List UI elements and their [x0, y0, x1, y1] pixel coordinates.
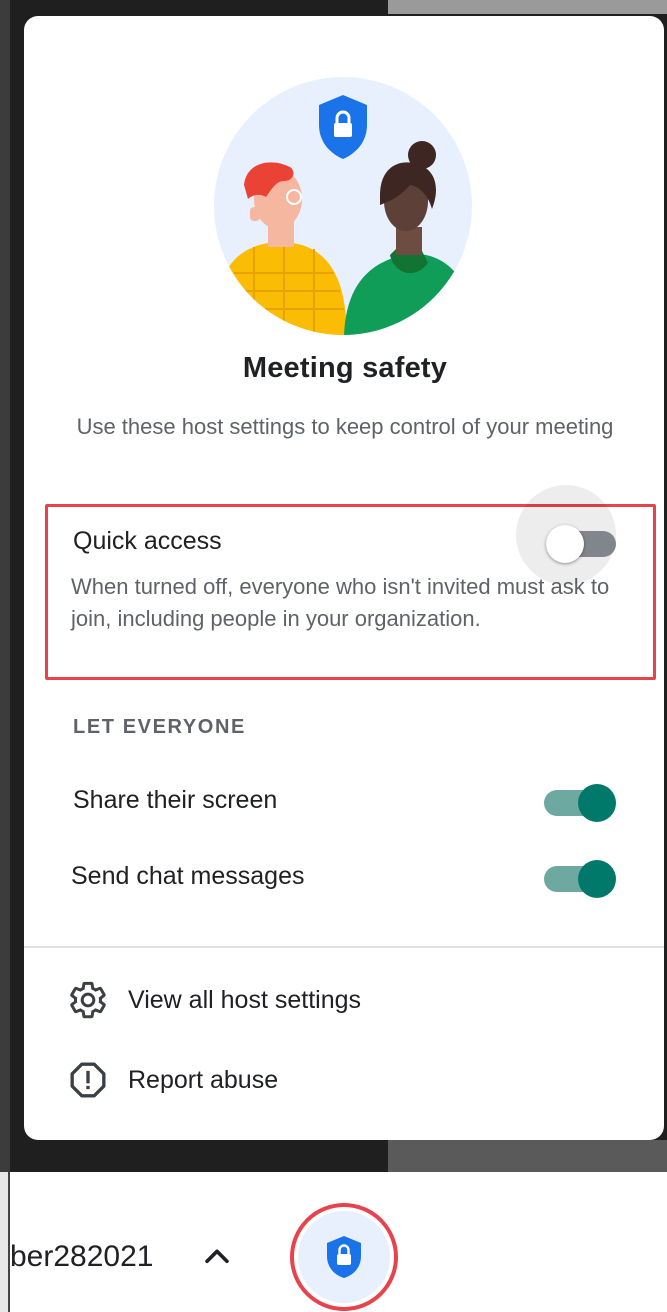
gear-icon — [66, 978, 110, 1022]
let-everyone-heading: LET EVERYONE — [73, 716, 246, 738]
panel-subtitle: Use these host settings to keep control … — [76, 414, 614, 439]
share-screen-label: Share their screen — [73, 786, 278, 814]
report-abuse-item[interactable]: Report abuse — [66, 1058, 278, 1102]
report-abuse-label: Report abuse — [128, 1065, 279, 1094]
host-controls-button[interactable] — [290, 1203, 398, 1311]
meeting-code: ber282021 — [10, 1240, 154, 1273]
panel-divider — [24, 946, 664, 948]
toggle-thumb — [578, 784, 616, 822]
left-strip — [0, 0, 10, 1172]
toggle-thumb — [546, 525, 584, 563]
panel-title: Meeting safety — [242, 352, 448, 384]
toggle-thumb — [578, 860, 616, 898]
meeting-safety-illustration — [214, 77, 472, 335]
top-strip — [388, 0, 667, 14]
shield-lock-icon — [319, 95, 367, 159]
host-controls-button-bg — [298, 1211, 390, 1303]
view-host-settings-label: View all host settings — [128, 985, 361, 1014]
view-host-settings-item[interactable]: View all host settings — [66, 978, 361, 1022]
quick-access-label: Quick access — [73, 527, 222, 555]
report-icon — [66, 1058, 110, 1102]
bottom-strip — [388, 1140, 667, 1172]
chevron-up-icon[interactable] — [200, 1240, 234, 1279]
left-edge — [0, 1172, 10, 1312]
send-chat-label: Send chat messages — [71, 862, 305, 890]
shield-lock-icon — [327, 1236, 361, 1278]
